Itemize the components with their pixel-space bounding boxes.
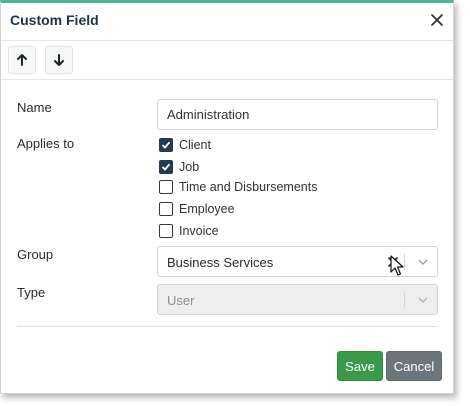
mouse-cursor-icon <box>390 255 404 282</box>
move-up-button[interactable] <box>8 46 36 74</box>
checkbox-job[interactable]: Job <box>159 158 199 176</box>
cancel-button[interactable]: Cancel <box>386 351 442 381</box>
chevron-down-icon <box>417 293 429 311</box>
save-button[interactable]: Save <box>337 351 383 381</box>
checkbox-employee[interactable]: Employee <box>159 200 235 218</box>
checkbox-time-and-disbursements[interactable]: Time and Disbursements <box>159 178 317 196</box>
type-select-value: User <box>167 293 195 308</box>
checkbox-checked-icon[interactable] <box>159 138 173 152</box>
arrow-up-icon <box>17 54 27 66</box>
group-select-value: Business Services <box>167 255 274 270</box>
checkbox-unchecked-icon[interactable] <box>159 224 173 238</box>
group-label: Group <box>17 247 54 262</box>
checkbox-label: Invoice <box>179 224 219 238</box>
name-label: Name <box>17 100 52 115</box>
arrow-down-icon <box>54 54 64 66</box>
chevron-down-icon[interactable] <box>417 255 429 273</box>
name-input[interactable]: Administration <box>157 99 438 130</box>
dialog-title: Custom Field <box>10 12 99 28</box>
select-separator <box>404 292 405 308</box>
checkbox-label: Employee <box>179 202 235 216</box>
checkbox-label: Job <box>179 160 200 174</box>
footer-divider <box>17 326 438 327</box>
checkbox-unchecked-icon[interactable] <box>159 202 173 216</box>
close-icon[interactable] <box>427 8 447 32</box>
checkbox-checked-icon[interactable] <box>159 160 173 174</box>
type-select: User <box>157 284 438 315</box>
dialog-header: Custom Field <box>1 3 453 41</box>
checkbox-unchecked-icon[interactable] <box>159 180 173 194</box>
toolbar <box>1 41 453 80</box>
checkbox-invoice[interactable]: Invoice <box>159 222 219 240</box>
applies-to-label: Applies to <box>17 136 75 151</box>
type-label: Type <box>17 285 46 300</box>
move-down-button[interactable] <box>45 46 73 74</box>
checkbox-label: Time and Disbursements <box>179 180 318 194</box>
select-separator <box>404 254 405 270</box>
checkbox-client[interactable]: Client <box>159 136 211 154</box>
checkbox-label: Client <box>179 138 211 152</box>
custom-field-dialog: Custom Field Name Administration Applies… <box>0 0 454 394</box>
